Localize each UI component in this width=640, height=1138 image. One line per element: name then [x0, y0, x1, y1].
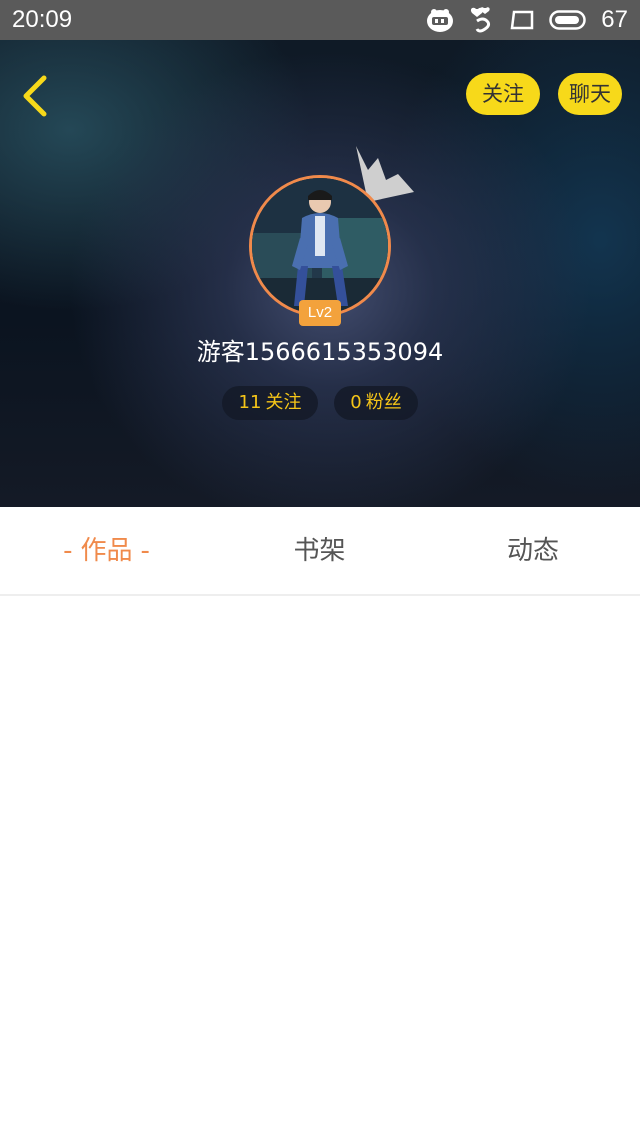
back-button[interactable]	[14, 72, 58, 120]
chevron-left-icon	[23, 75, 47, 117]
username: 游客1566615353094	[196, 338, 444, 366]
tab-bookshelf-label: 书架	[293, 536, 346, 566]
tab-active-dash-left: -	[63, 536, 73, 566]
battery-icon	[549, 9, 587, 31]
tab-activity-label: 动态	[506, 536, 559, 566]
avatar-photo	[252, 178, 388, 314]
status-time: 20:09	[12, 6, 73, 33]
heart-notification-icon	[469, 5, 495, 35]
works-content-area	[0, 596, 640, 1138]
square-icon	[509, 9, 535, 31]
tab-bookshelf[interactable]: 书架	[213, 508, 426, 594]
notification-app-icon	[425, 6, 455, 34]
level-badge: Lv2	[299, 300, 341, 326]
status-icons: 67	[425, 3, 628, 37]
fans-count: 0	[350, 392, 362, 413]
following-stat[interactable]: 11 关注	[222, 386, 318, 420]
tab-activity[interactable]: 动态	[426, 508, 640, 594]
tab-active-dash-right: -	[140, 536, 150, 566]
tab-works-label: 作品	[80, 536, 133, 566]
following-count: 11	[238, 392, 262, 413]
profile-header: 关注 聊天 Lv2 游客1566615353094 11 关注 0 粉丝	[0, 40, 640, 507]
profile-tabs: - 作品 - 书架 动态	[0, 508, 640, 596]
battery-level: 67	[601, 6, 628, 33]
avatar[interactable]	[249, 175, 391, 317]
chat-button[interactable]: 聊天	[558, 73, 622, 115]
follow-button[interactable]: 关注	[466, 73, 540, 115]
status-bar: 20:09 67	[0, 0, 640, 40]
profile-screen: 20:09 67 关注 聊天 Lv2 游客1566615353094 11 关注…	[0, 0, 640, 1138]
tab-works[interactable]: - 作品 -	[0, 508, 213, 594]
fans-stat[interactable]: 0 粉丝	[334, 386, 418, 420]
following-label: 关注	[265, 392, 302, 413]
fans-label: 粉丝	[365, 392, 402, 413]
